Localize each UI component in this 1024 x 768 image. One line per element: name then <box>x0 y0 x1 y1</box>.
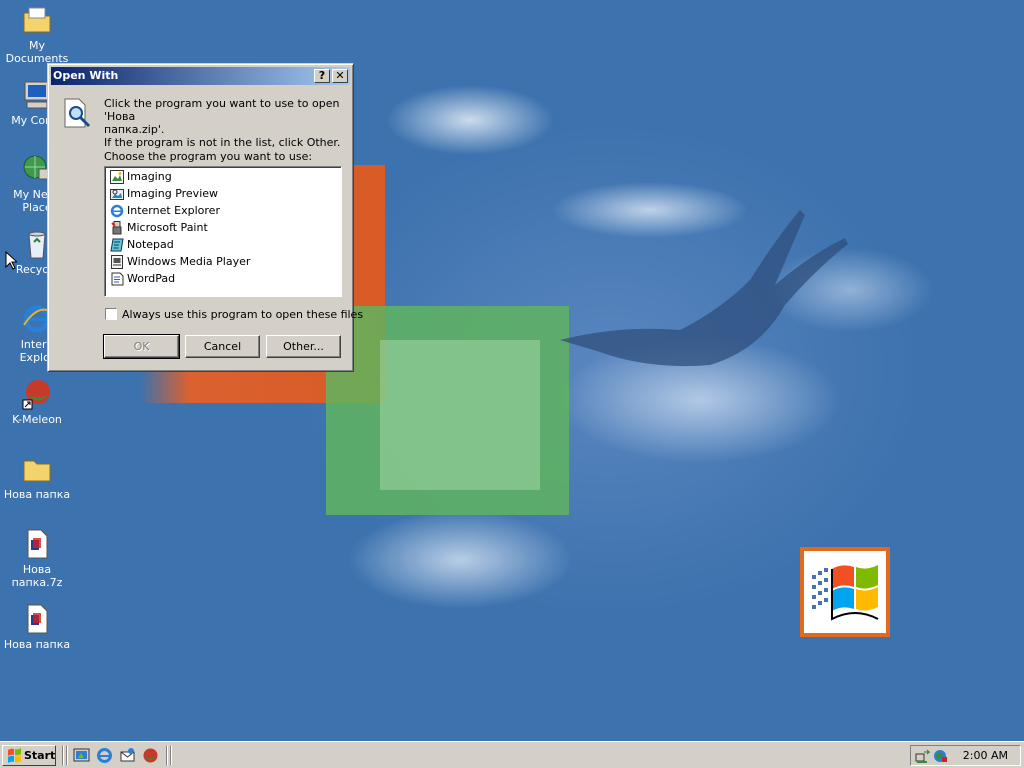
other-button[interactable]: Other... <box>266 335 341 358</box>
taskbar-separator <box>170 746 172 765</box>
notepad-icon <box>110 238 124 252</box>
network-connection-icon[interactable] <box>915 748 931 764</box>
desktop-icon-label: Нова папка.7z <box>11 563 63 589</box>
clock[interactable]: 2:00 AM <box>963 746 1008 765</box>
help-button[interactable]: ? <box>314 69 330 83</box>
dialog-title: Open With <box>53 69 119 82</box>
internet-explorer-icon <box>110 204 124 218</box>
windows-flag-icon <box>8 748 21 763</box>
desktop-icon-label: My Documents <box>5 39 69 65</box>
desktop-icon-k-meleon[interactable]: K-Meleon <box>0 378 74 426</box>
wallpaper-green-highlight <box>380 340 540 490</box>
desktop-icon-folder[interactable]: Нова папка <box>0 453 74 501</box>
choose-program-label: Choose the program you want to use: <box>104 150 313 163</box>
search-document-icon <box>64 98 91 128</box>
taskbar: Start 2:00 AM <box>0 741 1024 768</box>
k-meleon-icon <box>22 380 50 410</box>
show-desktop-icon[interactable] <box>73 747 90 764</box>
globe-icon[interactable] <box>932 748 948 764</box>
wordpad-icon <box>111 272 124 286</box>
cancel-button[interactable]: Cancel <box>185 335 260 358</box>
ok-button[interactable]: OK <box>103 334 180 359</box>
open-with-dialog: Open With ? ✕ Click the program you want… <box>47 63 363 372</box>
program-list[interactable]: Imaging Imaging Preview Internet Explore… <box>104 166 342 297</box>
desktop-icon-archive[interactable]: Нова папка <box>0 603 74 651</box>
dialog-titlebar[interactable]: Open With ? ✕ <box>51 67 350 85</box>
dialog-instructions: Click the program you want to use to ope… <box>104 97 341 149</box>
archive-file-icon <box>27 529 48 559</box>
desktop-icon-label: Нова папка <box>3 638 71 651</box>
desktop-icon-7z-file[interactable]: Нова папка.7z <box>0 528 74 589</box>
start-label: Start <box>24 749 56 762</box>
taskbar-separator <box>166 746 168 765</box>
taskbar-separator <box>62 746 64 765</box>
always-use-checkbox[interactable] <box>105 308 117 320</box>
paint-icon <box>111 221 122 235</box>
folder-icon <box>23 460 51 482</box>
start-button[interactable]: Start <box>2 745 56 766</box>
always-use-label[interactable]: Always use this program to open these fi… <box>122 308 363 321</box>
folder-icon <box>23 7 51 33</box>
imaging-preview-icon <box>110 189 124 200</box>
taskbar-separator <box>66 746 68 765</box>
system-tray: 2:00 AM <box>910 745 1021 766</box>
archive-file-icon <box>27 604 48 634</box>
wallpaper-figure <box>560 210 848 367</box>
desktop-icon-label: Нова папка <box>3 488 71 501</box>
imaging-icon <box>110 170 124 184</box>
mouse-pointer-icon <box>5 251 17 270</box>
outlook-express-icon[interactable] <box>119 747 136 764</box>
desktop-icon-my-documents[interactable]: My Documents <box>0 4 74 65</box>
media-player-icon <box>111 255 123 269</box>
desktop-icon-label: K-Meleon <box>12 413 62 426</box>
internet-explorer-icon[interactable] <box>96 747 113 764</box>
close-button[interactable]: ✕ <box>332 69 348 83</box>
windows-logo-badge <box>800 547 890 637</box>
k-meleon-icon[interactable] <box>142 747 159 764</box>
